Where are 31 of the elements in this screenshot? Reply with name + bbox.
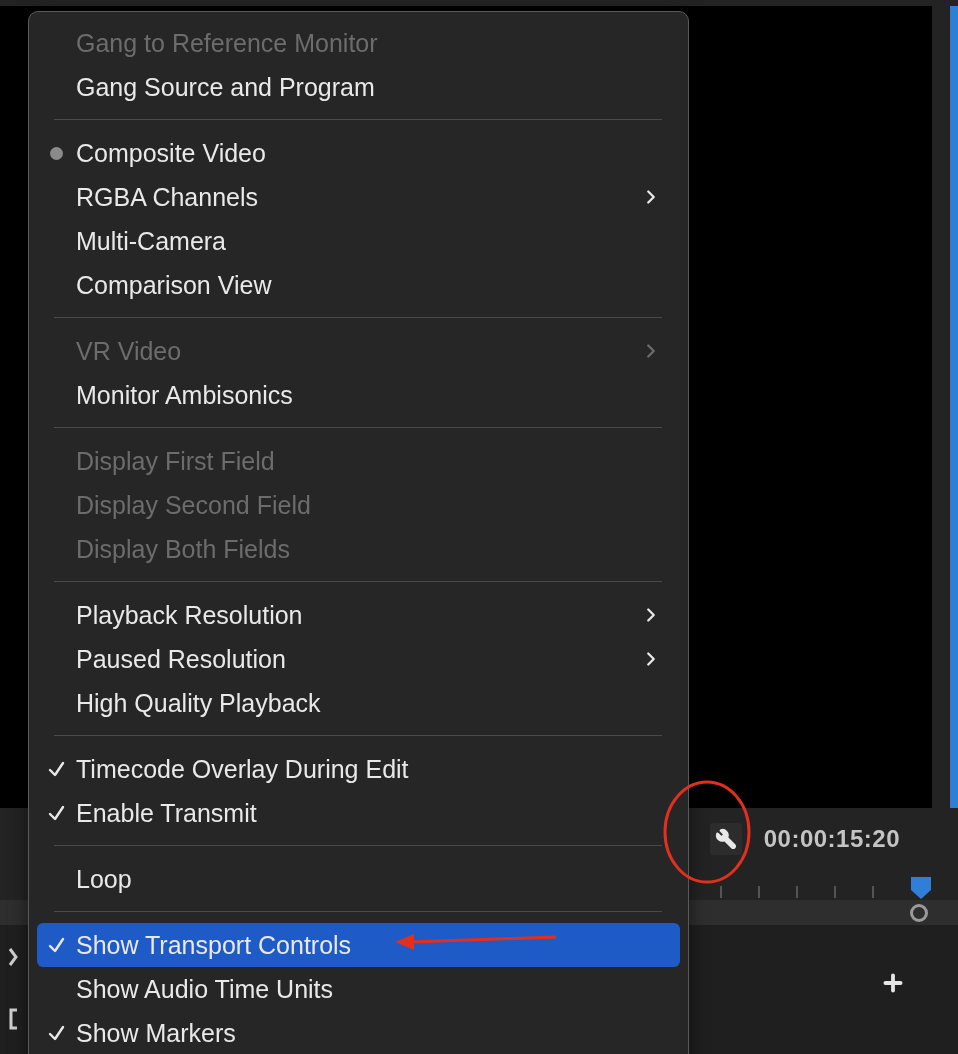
menu-item[interactable]: Show Transport Controls bbox=[37, 923, 680, 967]
menu-item[interactable]: Multi-Camera bbox=[37, 219, 680, 263]
ruler-tick bbox=[758, 886, 760, 898]
menu-item[interactable]: Composite Video bbox=[37, 131, 680, 175]
menu-item[interactable]: Loop bbox=[37, 857, 680, 901]
menu-item[interactable]: Comparison View bbox=[37, 263, 680, 307]
menu-item[interactable]: Gang Source and Program bbox=[37, 65, 680, 109]
checkmark-icon bbox=[48, 760, 65, 778]
ruler-tick bbox=[834, 886, 836, 898]
chevron-icon[interactable] bbox=[8, 947, 18, 967]
menu-item[interactable]: Playback Resolution bbox=[37, 593, 680, 637]
ruler-tick bbox=[872, 886, 874, 898]
checkmark-icon bbox=[48, 1024, 65, 1042]
menu-item[interactable]: Paused Resolution bbox=[37, 637, 680, 681]
scrub-handle[interactable] bbox=[910, 903, 928, 922]
menu-item[interactable]: Timecode Overlay During Edit bbox=[37, 747, 680, 791]
ruler-tick bbox=[796, 886, 798, 898]
menu-item[interactable]: Show Audio Time Units bbox=[37, 967, 680, 1011]
menu-item[interactable]: Show Markers bbox=[37, 1011, 680, 1054]
timecode: 00:00:15:20 bbox=[763, 825, 900, 853]
playhead-icon[interactable] bbox=[910, 876, 932, 900]
checkmark-icon bbox=[48, 804, 65, 822]
checkmark-icon bbox=[48, 936, 65, 954]
menu-item[interactable]: RGBA Channels bbox=[37, 175, 680, 219]
ruler-tick bbox=[720, 886, 722, 898]
menu-item[interactable]: High Quality Playback bbox=[37, 681, 680, 725]
menu-item[interactable]: Monitor Ambisonics bbox=[37, 373, 680, 417]
settings-button[interactable] bbox=[709, 823, 742, 855]
bracket-icon[interactable] bbox=[8, 1008, 18, 1030]
radio-dot-icon bbox=[50, 146, 63, 160]
menu-item[interactable]: Enable Transmit bbox=[37, 791, 680, 835]
